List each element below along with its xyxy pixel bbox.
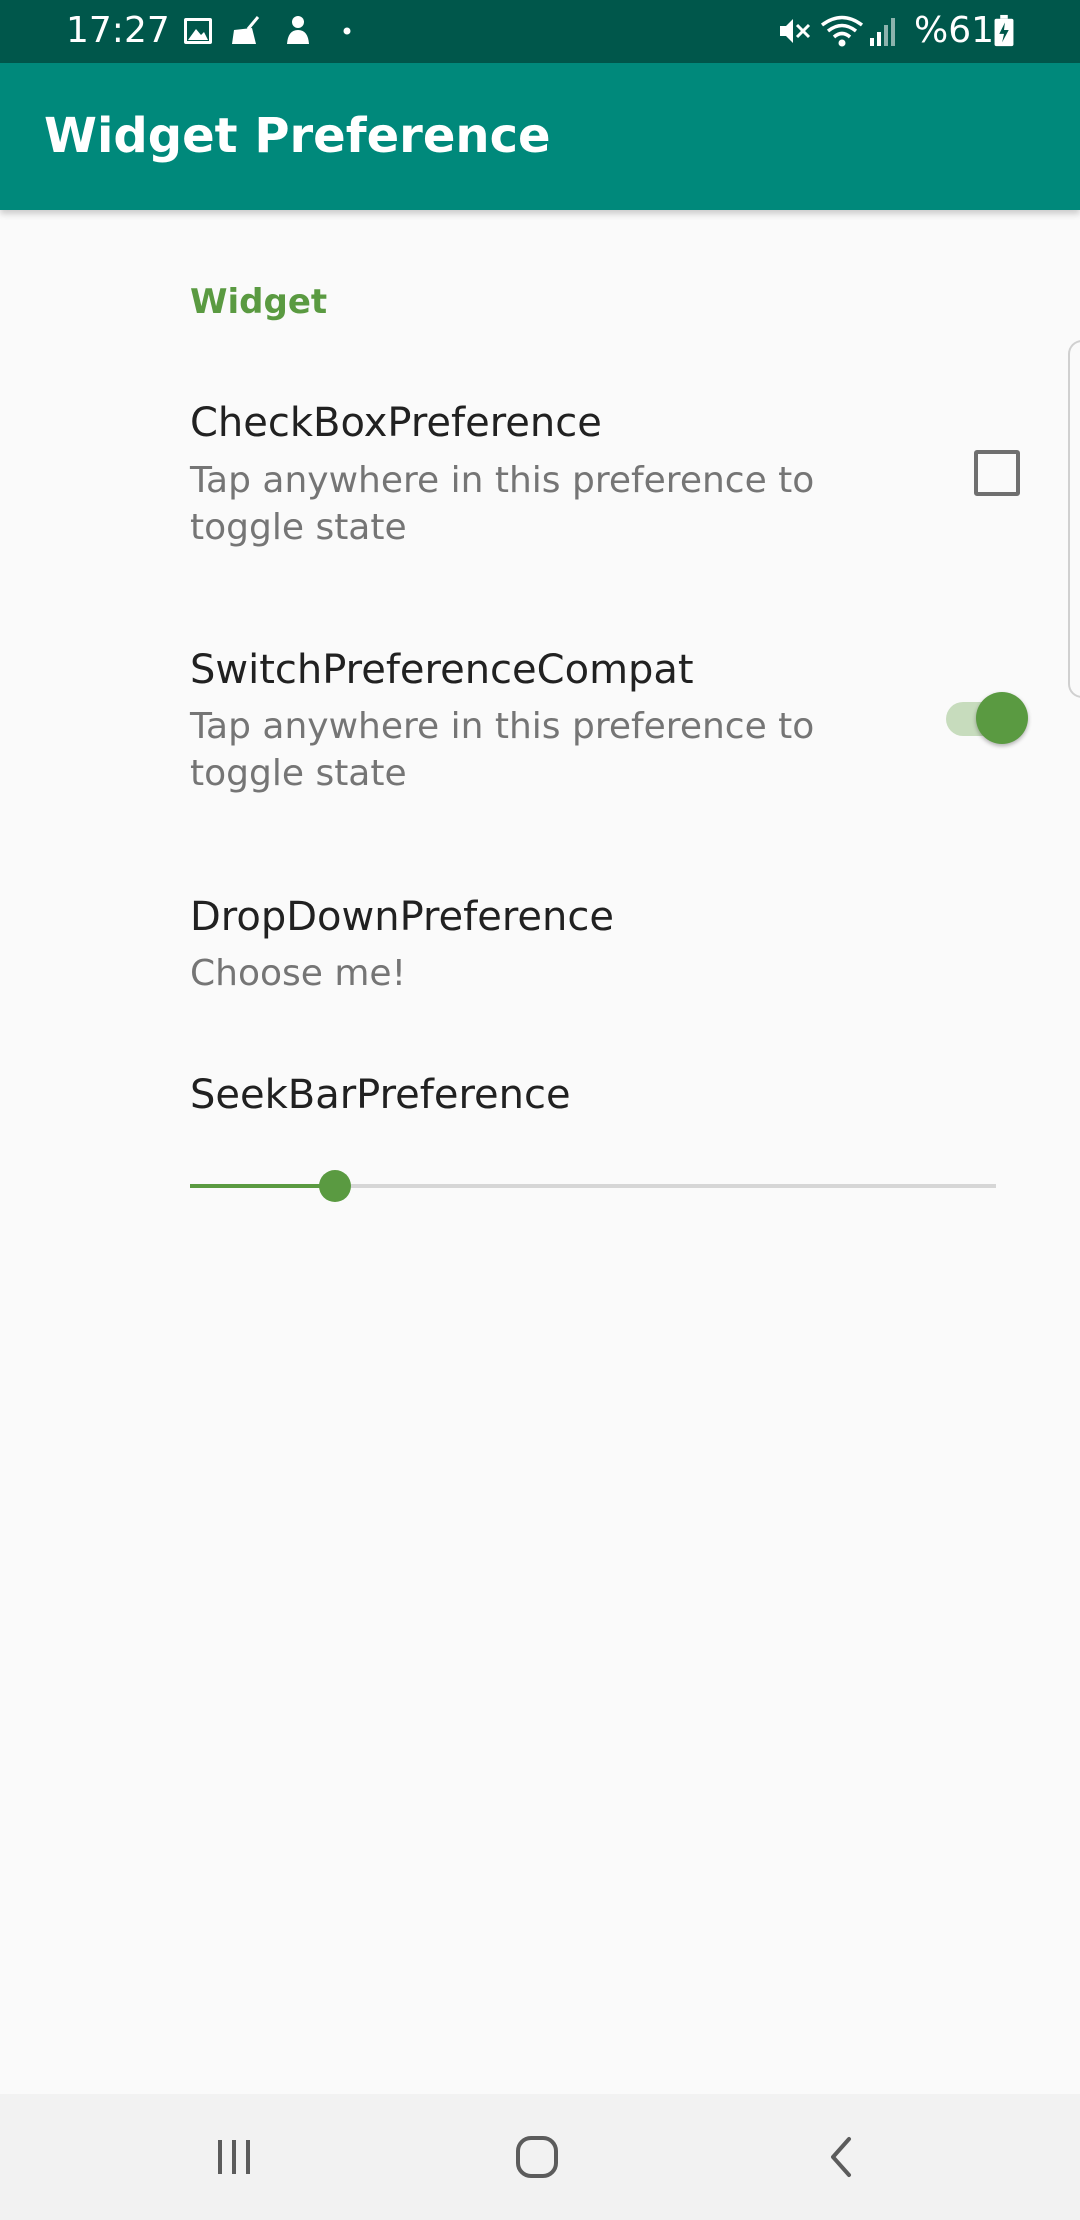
switch-thumb[interactable] [976,692,1028,744]
screen: 17:27 %61 Widget Preference Widget Check… [0,0,1080,2220]
recent-apps-icon [218,2140,250,2174]
dropdown-preference[interactable] [0,866,1080,1026]
home-button[interactable] [457,2094,617,2220]
checkbox[interactable] [974,450,1020,496]
switch-preference-summary: Tap anywhere in this preference to toggl… [190,706,815,794]
dot-icon [343,27,351,35]
back-icon [831,2137,851,2177]
navigation-bar [0,2094,1080,2220]
preference-category-title: Widget [190,282,328,322]
seekbar-progress [190,1184,336,1188]
checkbox-preference-title: CheckBoxPreference [190,400,602,446]
notification-icon [287,16,309,44]
image-icon [184,18,212,44]
app-bar: Widget Preference [0,63,1080,210]
edge-panel-handle[interactable] [1068,340,1080,698]
mute-icon [780,19,811,43]
status-time: 17:27 [66,10,170,51]
seekbar-preference-title: SeekBarPreference [190,1072,571,1118]
seekbar-thumb[interactable] [319,1170,352,1202]
home-icon [516,2136,558,2178]
back-button[interactable] [760,2094,920,2220]
signal-icon [870,18,895,46]
battery-charging-icon [994,14,1014,47]
wifi-icon [820,15,864,47]
dropdown-preference-title: DropDownPreference [190,894,614,940]
status-bar: 17:27 %61 [0,0,1080,63]
checkbox-preference-summary: Tap anywhere in this preference to toggl… [190,460,815,548]
page-title: Widget Preference [44,108,551,164]
recent-apps-button[interactable] [154,2094,314,2220]
cleaner-icon [232,16,260,44]
battery-percent: %61 [914,10,995,51]
seekbar-track[interactable] [190,1170,996,1202]
dropdown-preference-summary: Choose me! [190,953,406,994]
switch-preference-title: SwitchPreferenceCompat [190,647,694,693]
